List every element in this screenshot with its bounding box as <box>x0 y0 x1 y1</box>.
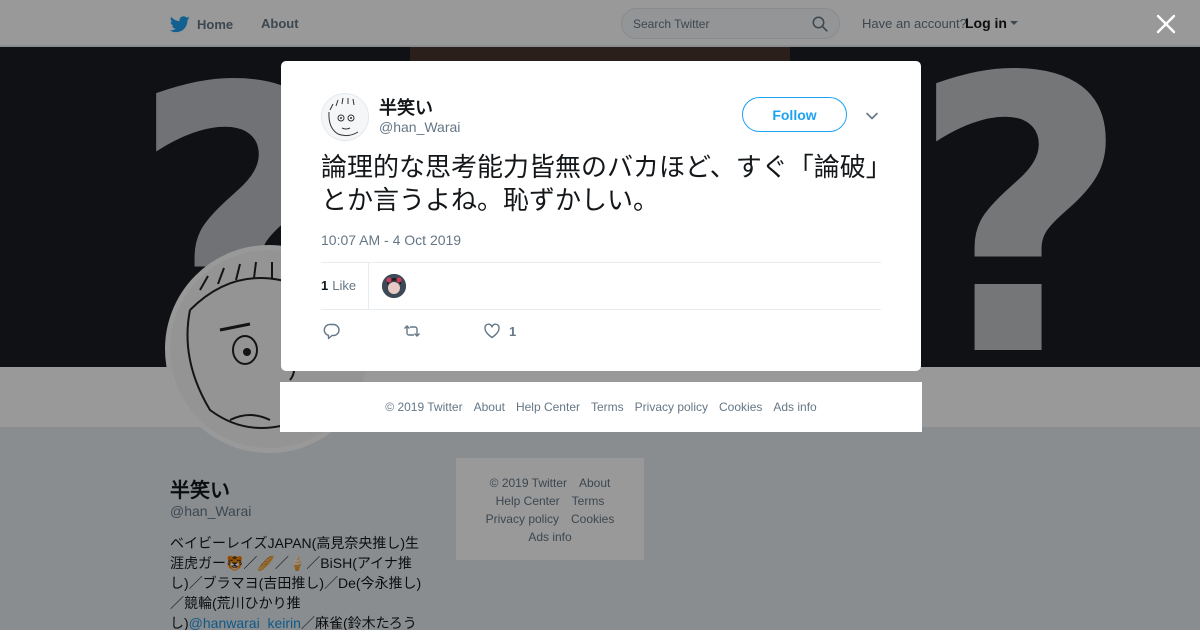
tweet-stats: 1 Like <box>321 262 881 310</box>
footer-ads-info-link[interactable]: Ads info <box>773 400 816 414</box>
footer-terms-link[interactable]: Terms <box>591 400 624 414</box>
like-action-count: 1 <box>509 323 517 339</box>
footer-privacy-link[interactable]: Privacy policy <box>635 400 708 414</box>
author-name[interactable]: 半笑い <box>379 94 433 120</box>
footer-copyright: © 2019 Twitter <box>385 400 463 414</box>
author-avatar-drawing <box>322 94 368 140</box>
likes-label: Like <box>332 278 357 293</box>
chevron-down-icon[interactable] <box>865 109 879 123</box>
follow-button[interactable]: Follow <box>742 97 847 132</box>
modal-footer: © 2019 Twitter About Help Center Terms P… <box>280 382 922 432</box>
tweet-text: 論理的な思考能力皆無のバカほど、すぐ「論破」とか言うよね。恥ずかしい。 <box>321 153 879 216</box>
close-icon[interactable] <box>1156 14 1176 34</box>
reply-action[interactable] <box>323 320 341 342</box>
heart-icon <box>484 323 500 339</box>
liker-avatar-image <box>382 274 406 298</box>
liker-avatar[interactable] <box>382 274 406 298</box>
footer-cookies-link[interactable]: Cookies <box>719 400 762 414</box>
retweet-icon <box>404 325 420 337</box>
footer-about-link[interactable]: About <box>474 400 505 414</box>
tweet-modal: 半笑い @han_Warai Follow 論理的な思考能力皆無のバカほど、すぐ… <box>281 61 921 371</box>
likes-count: 1 <box>321 278 329 293</box>
reply-icon <box>323 323 340 340</box>
like-action[interactable]: 1 <box>483 320 516 342</box>
tweet-timestamp[interactable]: 10:07 AM - 4 Oct 2019 <box>321 232 461 248</box>
likes-stat[interactable]: 1 Like <box>321 263 369 309</box>
footer-help-center-link[interactable]: Help Center <box>516 400 580 414</box>
retweet-action[interactable] <box>403 320 421 342</box>
tweet-actions: 1 <box>321 320 621 342</box>
author-handle[interactable]: @han_Warai <box>379 119 460 135</box>
author-avatar[interactable] <box>321 93 369 141</box>
